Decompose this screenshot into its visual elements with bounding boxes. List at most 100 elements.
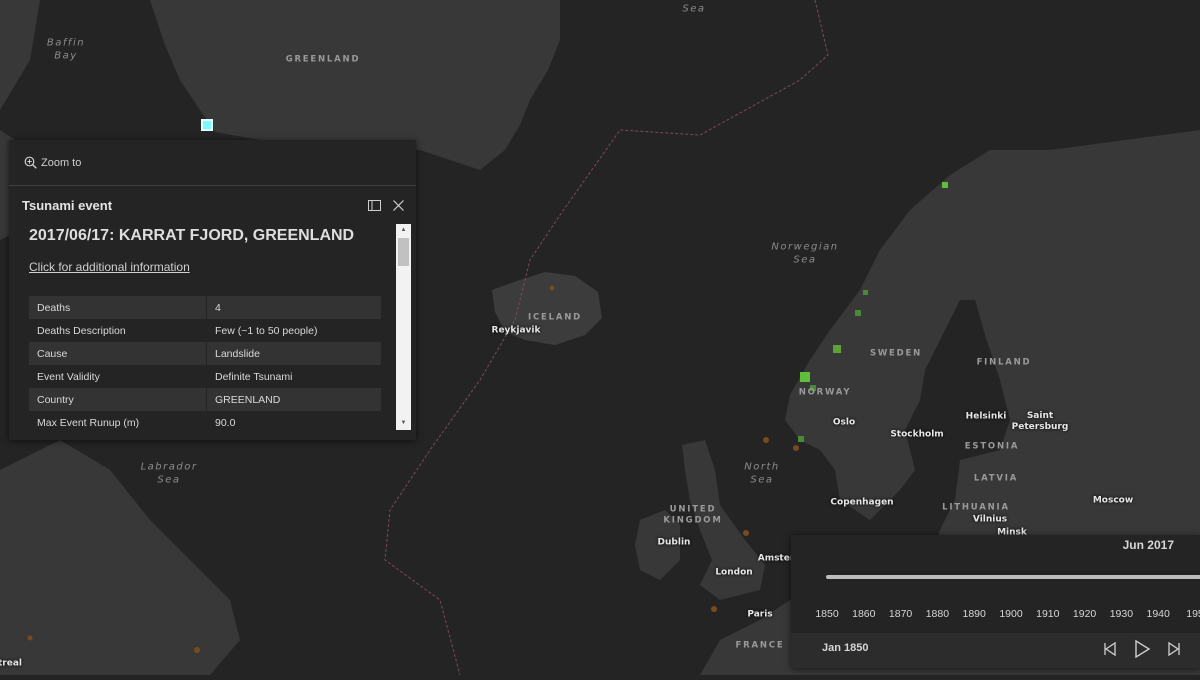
play-icon[interactable] xyxy=(1132,639,1152,659)
map-label-london: London xyxy=(715,567,753,578)
slider-tick-label: 1890 xyxy=(962,608,986,620)
popup-title: Tsunami event xyxy=(22,197,113,213)
additional-info-link[interactable]: Click for additional information xyxy=(29,260,190,274)
map-label-greenland: GREENLAND xyxy=(285,54,361,65)
map-label-greenland-sea: Greenland Sea xyxy=(661,0,725,14)
attribute-table: Deaths 4 Deaths Description Few (~1 to 50 p… xyxy=(29,296,381,430)
slider-tick-label: 1930 xyxy=(1109,608,1134,620)
slider-tick-label: 1870 xyxy=(888,608,913,620)
popup-content[interactable]: 2017/06/17: KARRAT FJORD, GREENLAND Clic… xyxy=(9,224,416,440)
attribute-label: Max Event Runup (m) xyxy=(29,411,207,430)
map-label-norway: NORWAY xyxy=(798,387,852,398)
event-marker xyxy=(855,310,861,316)
scroll-up-arrow[interactable]: ▲ xyxy=(396,224,411,237)
landmass-labrador xyxy=(0,440,240,675)
attribute-value: Landslide xyxy=(215,347,260,360)
attribute-label: Cause xyxy=(29,342,207,365)
map-label-helsinki: Helsinki xyxy=(965,411,1007,422)
popup-scroll-area[interactable]: 2017/06/17: KARRAT FJORD, GREENLAND Clic… xyxy=(29,224,389,430)
slider-tick-label: 1860 xyxy=(852,608,876,620)
zoom-to-button[interactable]: Zoom to xyxy=(24,156,81,169)
map-label-stockholm: Stockholm xyxy=(890,429,944,440)
next-icon[interactable] xyxy=(1165,640,1183,658)
attribute-row: Cause Landslide xyxy=(29,342,381,365)
attribute-value: 90.0 xyxy=(215,416,236,429)
attribute-row: Deaths Description Few (~1 to 50 people) xyxy=(29,319,381,342)
map-label-baffin-bay: Baffin Bay xyxy=(46,37,86,62)
slider-tick-label: 1900 xyxy=(999,608,1023,620)
slider-tick-label: 1920 xyxy=(1072,608,1097,620)
zoom-to-label: Zoom to xyxy=(41,156,82,169)
popup-scrollbar[interactable]: ▲ ▼ xyxy=(396,224,411,430)
event-marker xyxy=(743,530,749,536)
slider-tick-label: 1940 xyxy=(1146,608,1170,620)
event-marker xyxy=(711,606,717,612)
attribute-value: GREENLAND xyxy=(215,393,281,406)
start-time-label: Jan 1850 xyxy=(822,642,869,654)
map-label-latvia: LATVIA xyxy=(973,473,1019,484)
attribute-label: Deaths Description xyxy=(29,319,207,342)
map-label-norwegian-sea: Norwegian Sea xyxy=(771,241,839,266)
scroll-down-arrow[interactable]: ▼ xyxy=(396,417,411,430)
map-label-vilnius: Vilnius xyxy=(972,514,1008,525)
attribute-value: Definite Tsunami xyxy=(215,370,293,383)
attribute-row: Country GREENLAND xyxy=(29,388,381,411)
event-marker xyxy=(798,436,804,442)
attribute-label: Country xyxy=(29,388,207,411)
map-label-montreal: treal xyxy=(0,658,23,669)
map-label-amsterdam: Amster xyxy=(757,553,795,564)
map-label-paris: Paris xyxy=(747,609,773,620)
map-label-lithuania: LITHUANIA xyxy=(942,502,1010,513)
zoom-in-icon xyxy=(24,156,37,169)
map-label-dublin: Dublin xyxy=(657,537,691,548)
popup-actions-bar: Zoom to xyxy=(9,140,416,186)
event-marker xyxy=(793,445,799,451)
slider-ticks: 1850 1860 1870 1880 1890 1900 1910 1920 1930 1940… xyxy=(791,608,1200,622)
current-time-label: Jun 2017 xyxy=(1122,538,1174,552)
attribute-row: Deaths 4 xyxy=(29,296,381,319)
map-label-sweden: SWEDEN xyxy=(869,348,923,359)
event-marker xyxy=(194,647,200,653)
event-heading: 2017/06/17: KARRAT FJORD, GREENLAND xyxy=(29,227,355,244)
map-label-finland: FINLAND xyxy=(976,357,1032,368)
slider-tick-label: 1850 xyxy=(815,608,839,620)
event-marker-selected xyxy=(201,119,213,131)
time-slider: Jun 2017 1850 1860 1870 1880 1890 1900 1910 192… xyxy=(791,535,1200,668)
map-label-oslo: Oslo xyxy=(832,417,856,428)
slider-tick-label: 1880 xyxy=(925,608,950,620)
event-marker xyxy=(27,635,33,641)
map-label-labrador-sea: Labrador Sea xyxy=(140,461,198,486)
feature-popup: Zoom to Tsunami event 2017/06/17: KARRAT… xyxy=(9,140,416,440)
slider-tick-label: 195 xyxy=(1186,608,1200,620)
map-label-estonia: ESTONIA xyxy=(964,441,1020,452)
attribute-label: Event Validity xyxy=(29,365,207,388)
attribute-label: Deaths xyxy=(29,296,207,319)
event-marker xyxy=(863,290,868,295)
event-marker xyxy=(549,285,555,291)
event-marker xyxy=(800,372,810,382)
close-icon[interactable] xyxy=(393,199,404,211)
event-marker xyxy=(942,182,948,188)
landmass-baffin xyxy=(0,0,40,110)
map-label-united-kingdom: UNITED KINGDOM xyxy=(663,504,723,525)
dock-icon[interactable] xyxy=(368,199,381,211)
map-label-copenhagen: Copenhagen xyxy=(830,497,894,508)
map-label-iceland: ICELAND xyxy=(528,312,582,323)
event-marker xyxy=(763,437,769,443)
map-label-saint-petersburg: Saint Petersburg xyxy=(1011,410,1069,432)
attribute-row: Max Event Runup (m) 90.0 xyxy=(29,411,381,430)
slider-tick-label: 1910 xyxy=(1036,608,1060,620)
slider-track[interactable] xyxy=(826,575,1200,579)
map-label-north-sea: North Sea xyxy=(744,461,780,486)
time-slider-footer: Jan 1850 xyxy=(791,633,1200,668)
attribute-value: 4 xyxy=(215,301,221,314)
popup-header: Tsunami event xyxy=(9,186,416,224)
map-label-moscow: Moscow xyxy=(1092,495,1134,506)
map-label-france: FRANCE xyxy=(735,640,785,651)
scroll-thumb[interactable] xyxy=(398,238,409,266)
event-marker xyxy=(833,345,841,353)
map-label-reykjavik: Reykjavik xyxy=(491,325,541,336)
attribute-value: Few (~1 to 50 people) xyxy=(215,324,318,337)
previous-icon[interactable] xyxy=(1101,640,1119,658)
attribute-row: Event Validity Definite Tsunami xyxy=(29,365,381,388)
